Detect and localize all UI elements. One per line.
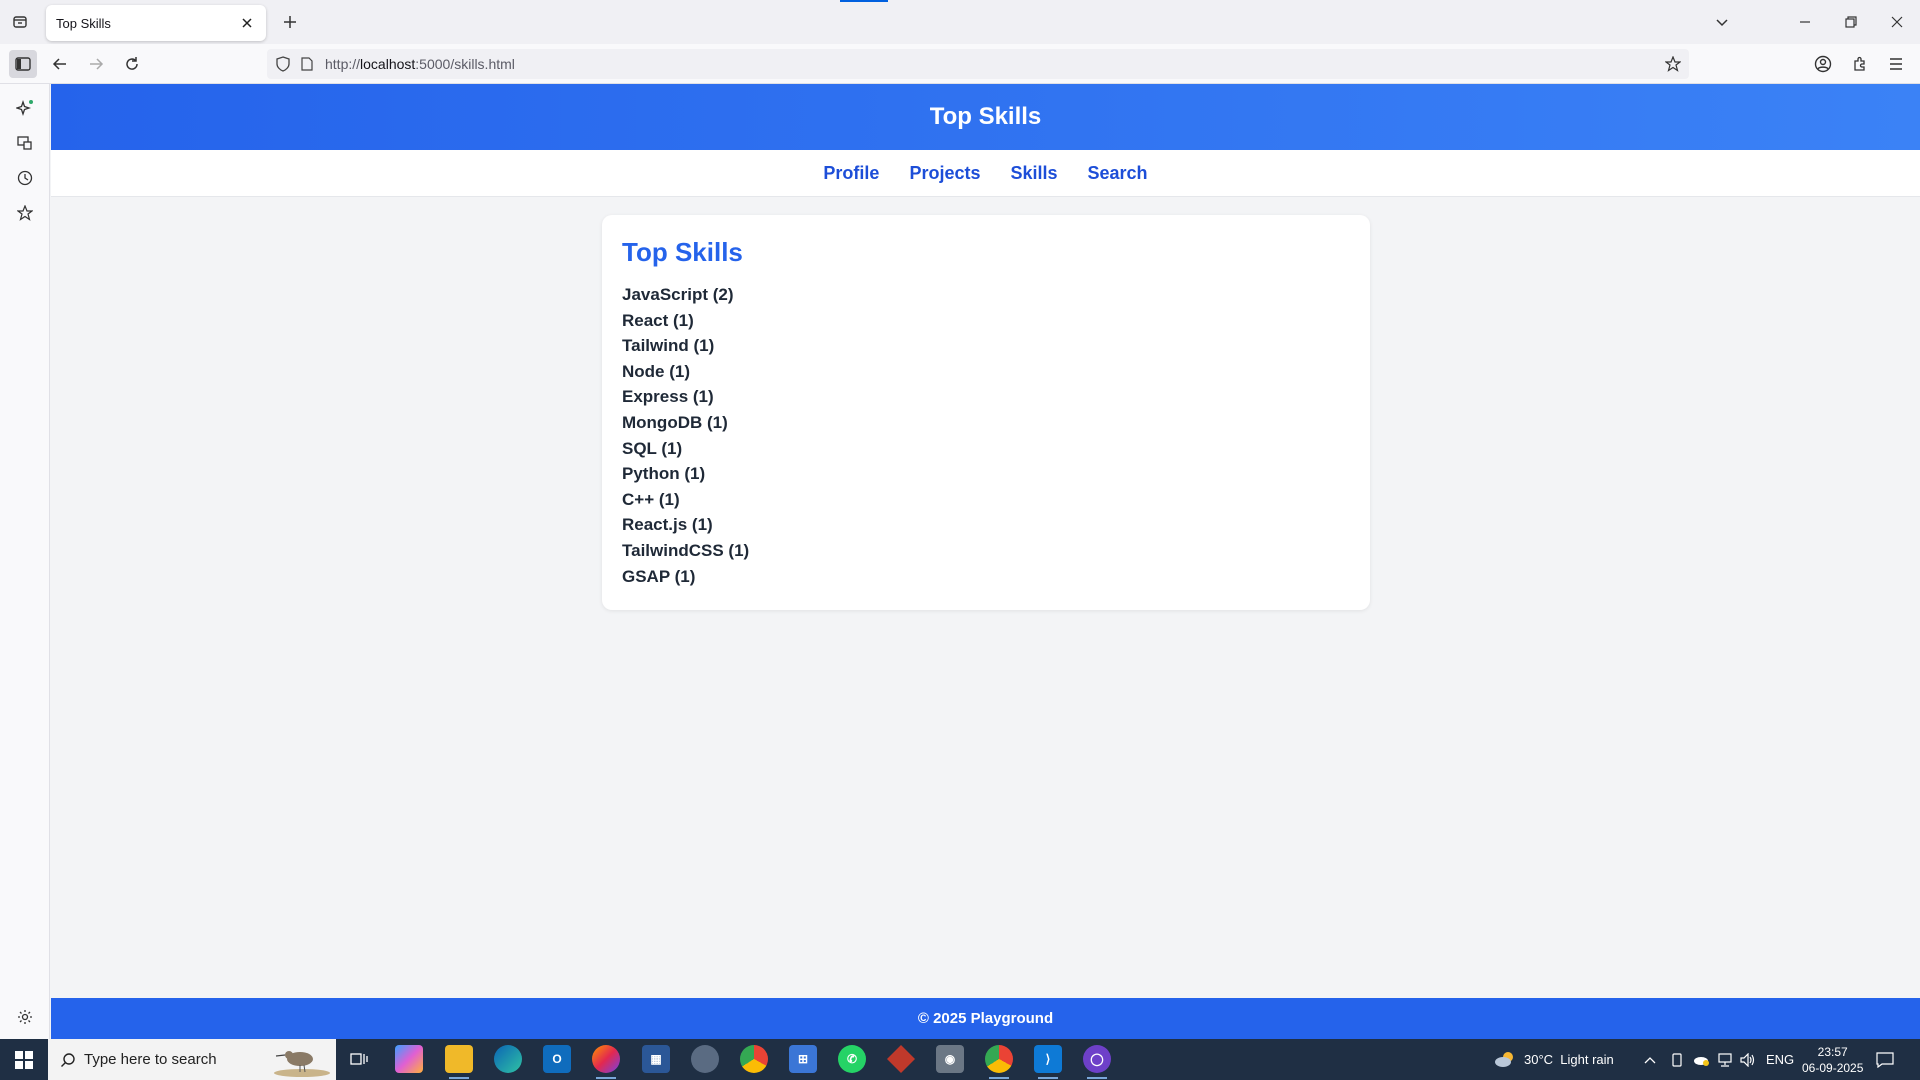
shield-icon[interactable] — [273, 54, 293, 74]
history-icon[interactable] — [13, 166, 37, 190]
windows-start-icon[interactable] — [0, 1039, 48, 1080]
copilot-icon[interactable] — [395, 1045, 423, 1073]
close-window-button[interactable] — [1874, 0, 1920, 44]
sidebar-toggle-icon[interactable] — [9, 50, 37, 78]
card-title: Top Skills — [622, 237, 743, 267]
reload-icon[interactable] — [118, 50, 146, 78]
skill-item: MongoDB (1) — [622, 412, 728, 432]
camera-icon[interactable]: ◉ — [936, 1045, 964, 1073]
url-bar[interactable]: http://localhost:5000/skills.html — [267, 49, 1689, 79]
firefox-icon[interactable] — [592, 1045, 620, 1079]
forward-arrow-icon[interactable] — [82, 50, 110, 78]
whatsapp-icon[interactable]: ✆ — [838, 1045, 866, 1073]
page-icon[interactable] — [297, 54, 317, 74]
synced-tabs-icon[interactable] — [13, 131, 37, 155]
url-prefix: http:// — [325, 56, 361, 72]
skill-item: React.js (1) — [622, 515, 713, 535]
back-arrow-icon[interactable] — [46, 50, 74, 78]
tray-chevron-up-icon[interactable] — [1644, 1039, 1656, 1080]
ai-chatbot-icon[interactable] — [13, 96, 37, 120]
git-icon[interactable] — [887, 1045, 915, 1073]
nav-link-projects[interactable]: Projects — [909, 163, 980, 184]
web-page: Top Skills Profile Projects Skills Searc… — [51, 84, 1920, 1039]
search-icon — [60, 1052, 76, 1068]
github-desktop-icon[interactable]: ◯ — [1083, 1045, 1111, 1079]
tray-device-icon[interactable] — [1670, 1039, 1684, 1080]
url-host: localhost — [360, 56, 416, 72]
browser-tab[interactable]: Top Skills — [46, 5, 266, 41]
outlook-icon[interactable]: O — [543, 1045, 571, 1073]
vscode-icon[interactable]: ⟩ — [1034, 1045, 1062, 1079]
url-text: http://localhost:5000/skills.html — [325, 56, 515, 72]
bookmarks-icon[interactable] — [13, 201, 37, 225]
menu-icon[interactable] — [1882, 50, 1910, 78]
search-highlight-bird-image — [274, 1051, 330, 1077]
task-view-icon[interactable] — [345, 1045, 373, 1073]
taskbar-search-placeholder: Type here to search — [84, 1051, 217, 1068]
minimize-button[interactable] — [1782, 0, 1828, 44]
clock[interactable]: 23:57 06-09-2025 — [1802, 1039, 1863, 1080]
skill-item: Express (1) — [622, 387, 714, 407]
site-header-title: Top Skills — [929, 103, 1042, 130]
skill-item: Python (1) — [622, 464, 706, 484]
skills-list: JavaScript (2) React (1) Tailwind (1) No… — [622, 282, 1350, 589]
chrome-icon[interactable] — [740, 1045, 768, 1073]
browser-sidebar — [0, 84, 50, 1039]
skills-card: Top Skills JavaScript (2) React (1) Tail… — [602, 215, 1370, 610]
restore-button[interactable] — [1828, 0, 1874, 44]
settings-gear-icon[interactable] — [13, 1005, 37, 1029]
windows-taskbar: Type here to search O ▦ ⊞ ✆ ◉ ⟩ ◯ 30°C L… — [0, 1039, 1920, 1080]
taskbar-search-box[interactable]: Type here to search — [48, 1039, 336, 1080]
site-footer: © 2025 Playground — [51, 998, 1920, 1039]
skill-item: C++ (1) — [622, 489, 680, 509]
chevron-down-icon[interactable] — [1699, 0, 1745, 44]
account-icon[interactable] — [1809, 50, 1837, 78]
bookmark-star-icon[interactable] — [1663, 54, 1683, 74]
nav-link-skills[interactable]: Skills — [1010, 163, 1057, 184]
nav-link-profile[interactable]: Profile — [823, 163, 879, 184]
tray-onedrive-icon[interactable] — [1692, 1039, 1710, 1080]
skill-item: SQL (1) — [622, 438, 683, 458]
close-tab-icon[interactable] — [238, 14, 256, 32]
browser-tab-strip: Top Skills — [0, 0, 1920, 44]
skill-item: React (1) — [622, 310, 694, 330]
weather-widget[interactable]: 30°C Light rain — [1494, 1039, 1614, 1080]
cloud-rain-icon — [1494, 1051, 1516, 1069]
tab-title: Top Skills — [56, 15, 111, 31]
edge-browser-icon[interactable] — [494, 1045, 522, 1073]
skill-item: TailwindCSS (1) — [622, 540, 750, 560]
weather-text: 30°C Light rain — [1524, 1052, 1614, 1067]
notifications-icon[interactable] — [1876, 1039, 1894, 1080]
list-all-tabs-icon[interactable] — [8, 10, 32, 34]
skill-item: Node (1) — [622, 361, 690, 381]
skill-item: Tailwind (1) — [622, 336, 715, 356]
new-tab-button[interactable] — [278, 10, 302, 34]
extensions-icon[interactable] — [1846, 50, 1874, 78]
clock-time: 23:57 — [1817, 1044, 1848, 1059]
chrome-profile-icon[interactable] — [985, 1045, 1013, 1079]
calculator-icon[interactable]: ▦ — [642, 1045, 670, 1073]
skill-item: GSAP (1) — [622, 566, 696, 586]
microsoft-store-icon[interactable]: ⊞ — [789, 1045, 817, 1073]
tab-scroll-indicator — [840, 0, 888, 2]
language-indicator[interactable]: ENG — [1766, 1039, 1794, 1080]
nav-link-search[interactable]: Search — [1088, 163, 1148, 184]
site-nav: Profile Projects Skills Search — [51, 150, 1920, 197]
volume-icon[interactable] — [1740, 1039, 1756, 1080]
snipping-tool-icon[interactable] — [691, 1045, 719, 1073]
footer-text: © 2025 Playground — [917, 1010, 1054, 1027]
browser-toolbar: http://localhost:5000/skills.html — [0, 44, 1920, 84]
skill-item: JavaScript (2) — [622, 285, 734, 304]
network-icon[interactable] — [1717, 1039, 1733, 1080]
file-explorer-icon[interactable] — [445, 1045, 473, 1079]
site-header: Top Skills — [51, 84, 1920, 150]
url-path: :5000/skills.html — [415, 56, 515, 72]
clock-date: 06-09-2025 — [1802, 1060, 1864, 1075]
